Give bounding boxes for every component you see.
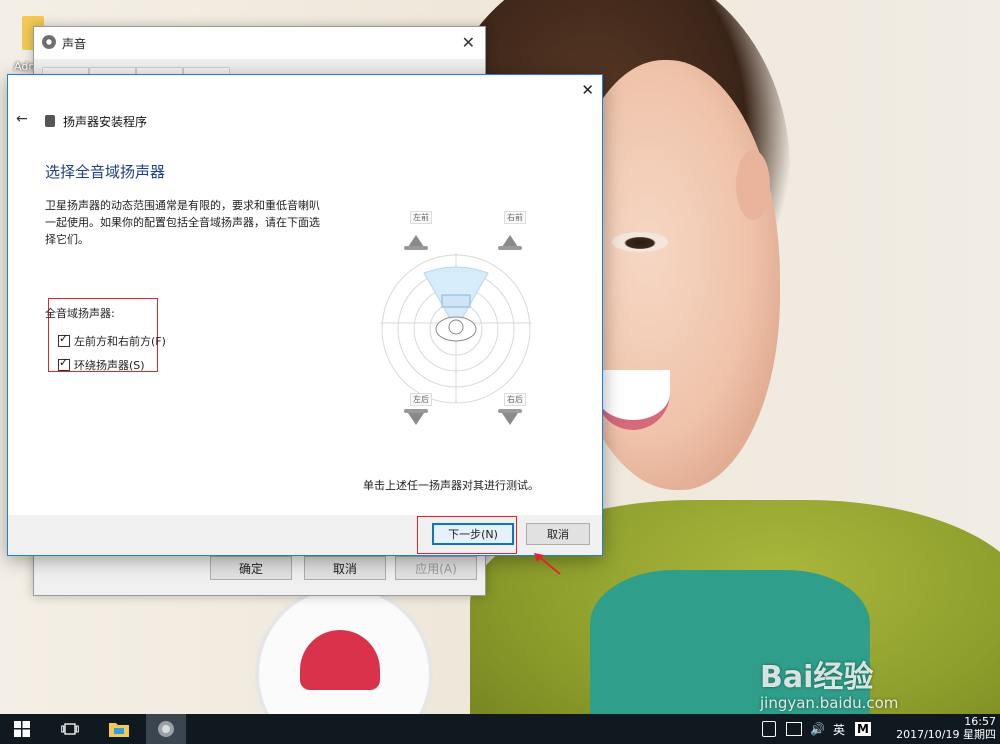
speaker-icon xyxy=(42,35,56,49)
folder-icon xyxy=(109,723,129,737)
clock-time: 16:57 xyxy=(964,715,996,728)
checkbox-checked-icon[interactable] xyxy=(58,332,70,347)
back-arrow-icon[interactable]: ← xyxy=(16,111,28,127)
wizard-app-title: 扬声器安装程序 xyxy=(63,115,148,129)
next-button[interactable]: 下一步(N) xyxy=(432,523,514,545)
usb-device-icon[interactable] xyxy=(762,721,776,737)
sound-dialog-close-icon[interactable]: ✕ xyxy=(462,33,475,52)
network-icon[interactable] xyxy=(786,722,802,736)
file-explorer-button[interactable] xyxy=(99,714,139,744)
wizard-cancel-button[interactable]: 取消 xyxy=(526,523,590,545)
task-view-icon xyxy=(61,723,79,735)
speaker-layout-diagram: 左前 右前 左后 右后 xyxy=(376,211,536,426)
wizard-close-icon[interactable]: ✕ xyxy=(581,81,594,99)
sound-dialog-titlebar: 声音 ✕ xyxy=(34,27,485,59)
task-view-button[interactable] xyxy=(50,714,90,744)
wallpaper-ear xyxy=(736,150,770,220)
start-button[interactable] xyxy=(2,714,42,744)
full-range-group-label: 全音域扬声器: xyxy=(45,307,115,320)
speaker-label-front-left: 左前 xyxy=(410,211,432,224)
taskbar-clock[interactable]: 16:57 2017/10/19 星期四 xyxy=(896,715,996,741)
checkbox-label: 环绕扬声器(S) xyxy=(74,359,145,372)
checkbox-surround[interactable]: 环绕扬声器(S) xyxy=(58,356,145,373)
windows-logo-icon xyxy=(14,721,30,737)
checkbox-checked-icon[interactable] xyxy=(58,356,70,371)
speaker-app-icon xyxy=(45,115,55,127)
speaker-setup-wizard: ✕ ← 扬声器安装程序 选择全音域扬声器 卫星扬声器的动态范围通常是有限的，要求… xyxy=(7,74,603,556)
speaker-icon xyxy=(158,721,174,737)
page-title: 选择全音域扬声器 xyxy=(45,163,166,181)
front-left-speaker-icon[interactable] xyxy=(404,235,428,250)
system-tray: 🔊 英 M xyxy=(762,714,877,744)
clock-date: 2017/10/19 星期四 xyxy=(896,728,996,741)
taskbar: 🔊 英 M 16:57 2017/10/19 星期四 xyxy=(0,714,1000,744)
rear-right-speaker-icon[interactable] xyxy=(498,409,522,425)
ok-button[interactable]: 确定 xyxy=(210,556,292,580)
baidu-watermark-url: jingyan.baidu.com xyxy=(760,694,899,712)
rear-left-speaker-icon[interactable] xyxy=(404,409,428,425)
wallpaper-eye xyxy=(612,232,668,252)
front-right-speaker-icon[interactable] xyxy=(498,235,522,250)
test-hint-text: 单击上述任一扬声器对其进行测试。 xyxy=(363,479,539,492)
sound-app-taskbar-button[interactable] xyxy=(146,714,186,744)
checkbox-label: 左前方和右前方(F) xyxy=(74,335,166,348)
ime-mode-badge[interactable]: M xyxy=(854,722,871,736)
baidu-watermark: Bai经验 xyxy=(760,660,874,695)
wizard-description: 卫星扬声器的动态范围通常是有限的，要求和重低音喇叭一起使用。如果你的配置包括全音… xyxy=(45,199,320,246)
checkbox-front-left-right[interactable]: 左前方和右前方(F) xyxy=(58,332,166,349)
apply-button[interactable]: 应用(A) xyxy=(395,556,477,580)
speaker-label-rear-left: 左后 xyxy=(410,393,432,406)
sound-dialog-title: 声音 xyxy=(62,37,87,51)
annotation-arrow-icon xyxy=(534,553,561,575)
volume-icon[interactable]: 🔊 xyxy=(810,722,825,736)
speaker-label-rear-right: 右后 xyxy=(504,393,526,406)
speaker-label-front-right: 右前 xyxy=(504,211,526,224)
sound-cancel-button[interactable]: 取消 xyxy=(304,556,386,580)
ime-language[interactable]: 英 xyxy=(833,721,845,738)
